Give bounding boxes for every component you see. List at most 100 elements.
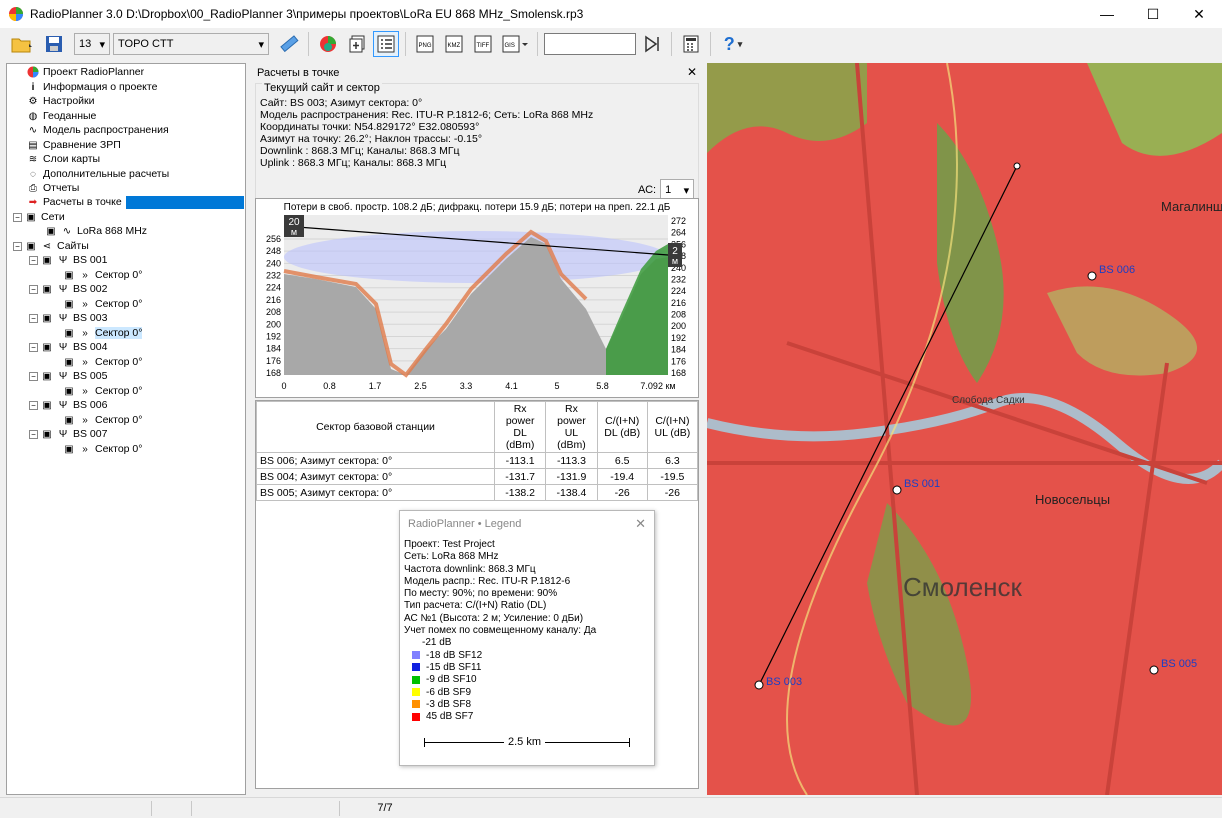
checkbox-icon[interactable]: ▣	[25, 240, 37, 252]
save-button[interactable]	[41, 31, 67, 57]
minimize-button[interactable]: —	[1084, 0, 1130, 28]
signal-icon: »	[82, 298, 88, 310]
tree-item-sector[interactable]: ▣ » Сектор 0°	[63, 268, 142, 282]
collapse-icon[interactable]: −	[29, 429, 38, 439]
checkbox-icon[interactable]: ▣	[41, 254, 53, 266]
checkbox-icon[interactable]: ▣	[63, 356, 75, 368]
close-window-button[interactable]: ✕	[1176, 0, 1222, 28]
window-title: RadioPlanner 3.0 D:\Dropbox\00_RadioPlan…	[30, 7, 584, 21]
checkbox-icon[interactable]: ▣	[45, 225, 57, 237]
tree-item-sector[interactable]: ▣ » Сектор 0°	[63, 384, 142, 398]
checkbox-icon[interactable]: ▣	[63, 298, 75, 310]
table-row[interactable]: BS 004; Азимут сектора: 0° -131.7 -131.9…	[256, 468, 699, 485]
close-icon[interactable]: ✕	[687, 65, 697, 79]
export-png-button[interactable]: PNG	[412, 31, 438, 57]
y-left-tick: 208	[266, 307, 281, 317]
tree-item-sector[interactable]: ▣ » Сектор 0°	[63, 413, 142, 427]
collapse-icon[interactable]: −	[29, 255, 38, 265]
tree-item-site[interactable]: − ▣ Ψ BS 005	[29, 369, 107, 383]
add-page-button[interactable]	[344, 31, 370, 57]
tree-item-sector[interactable]: ▣ » Сектор 0°	[63, 355, 142, 369]
tree-item-project[interactable]: Проект RadioPlanner	[27, 65, 144, 79]
tree-item-sites[interactable]: − ▣ ⋖ Сайты	[13, 239, 89, 253]
tree-item-point-calc[interactable]: ➡ Расчеты в точке	[27, 195, 244, 209]
export-gis-button[interactable]: GIS	[499, 31, 531, 57]
export-kmz-button[interactable]: KMZ	[441, 31, 467, 57]
checkbox-icon[interactable]: ▣	[41, 341, 53, 353]
cell-sector: BS 005; Азимут сектора: 0°	[256, 484, 495, 501]
tree-item-sector-selected[interactable]: ▣ » Сектор 0°	[63, 326, 143, 340]
svg-text:KMZ: KMZ	[448, 43, 461, 49]
tree-item-site[interactable]: − ▣ Ψ BS 001	[29, 253, 107, 267]
collapse-icon[interactable]: −	[29, 400, 38, 410]
tree-item-compare[interactable]: ▤ Сравнение ЗРП	[27, 138, 121, 152]
tree-item-network[interactable]: ▣ ∿ LoRa 868 MHz	[45, 224, 147, 238]
checkbox-icon[interactable]: ▣	[41, 312, 53, 324]
legend-body: Проект: Test Project Сеть: LoRa 868 MHz …	[400, 537, 654, 752]
checkbox-icon[interactable]: ▣	[41, 283, 53, 295]
tree-item-info[interactable]: i Информация о проекте	[27, 80, 158, 94]
checkbox-icon[interactable]: ▣	[25, 211, 37, 223]
tree-item-reports[interactable]: ⎙ Отчеты	[27, 181, 79, 195]
tree-item-label: Сектор 0°	[95, 385, 143, 397]
font-size-select[interactable]: 13 ▾	[74, 33, 110, 55]
export-tiff-button[interactable]: TIFF	[470, 31, 496, 57]
coverage-map[interactable]: Магалинщ Слобода Садки Новосельцы Смолен…	[707, 63, 1222, 795]
tree-item-extra-calc[interactable]: ◌ Дополнительные расчеты	[27, 167, 169, 181]
checkbox-icon[interactable]: ▣	[63, 269, 75, 281]
calculate-button[interactable]	[315, 31, 341, 57]
tree-item-geodata[interactable]: ◍ Геоданные	[27, 109, 97, 123]
collapse-icon[interactable]: −	[29, 371, 38, 381]
legend-window[interactable]: RadioPlanner • Legend ✕ Проект: Test Proj…	[399, 510, 655, 766]
list-view-button[interactable]	[373, 31, 399, 57]
folder-icon	[11, 38, 32, 53]
legend-titlebar[interactable]: RadioPlanner • Legend ✕	[400, 511, 654, 537]
signal-icon: »	[82, 443, 88, 455]
x-tick: 5	[554, 381, 559, 391]
maximize-button[interactable]: ☐	[1130, 0, 1176, 28]
y-right-tick: 208	[671, 310, 686, 320]
tree-item-label: Дополнительные расчеты	[43, 168, 170, 180]
tree-item-networks[interactable]: − ▣ Сети	[13, 210, 65, 224]
table-row[interactable]: BS 005; Азимут сектора: 0° -138.2 -138.4…	[256, 484, 699, 501]
y-right-tick: 168	[671, 368, 686, 378]
checkbox-icon[interactable]: ▣	[41, 370, 53, 382]
tree-item-site[interactable]: − ▣ Ψ BS 007	[29, 427, 107, 441]
collapse-icon[interactable]: −	[13, 212, 22, 222]
tree-item-label: Геоданные	[43, 110, 97, 122]
collapse-icon[interactable]: −	[29, 342, 38, 352]
tree-item-site[interactable]: − ▣ Ψ BS 002	[29, 282, 107, 296]
checkbox-icon[interactable]: ▣	[63, 414, 75, 426]
checkbox-icon[interactable]: ▣	[63, 443, 75, 455]
tree-item-layers[interactable]: ≋ Слои карты	[27, 152, 100, 166]
collapse-icon[interactable]: −	[29, 284, 38, 294]
tree-item-site[interactable]: − ▣ Ψ BS 004	[29, 340, 107, 354]
layer-select[interactable]: TOPO CTT ▾	[113, 33, 269, 55]
table-row[interactable]: BS 006; Азимут сектора: 0° -113.1 -113.3…	[256, 452, 699, 469]
collapse-icon[interactable]: −	[13, 241, 22, 251]
help-button[interactable]: ? ▾	[717, 31, 749, 57]
open-folder-button[interactable]	[6, 31, 38, 57]
y-left-tick: 240	[266, 258, 281, 268]
legend-swatch	[412, 687, 420, 696]
close-icon[interactable]: ✕	[635, 516, 646, 532]
ruler-button[interactable]	[276, 31, 302, 57]
checkbox-icon[interactable]: ▣	[41, 399, 53, 411]
tree-item-settings[interactable]: ⚙ Настройки	[27, 94, 95, 108]
checkbox-icon[interactable]: ▣	[41, 428, 53, 440]
tree-item-propagation[interactable]: ∿ Модель распространения	[27, 123, 169, 137]
tree-item-site[interactable]: − ▣ Ψ BS 006	[29, 398, 107, 412]
tree-item-sector[interactable]: ▣ » Сектор 0°	[63, 297, 142, 311]
tree-item-site[interactable]: − ▣ Ψ BS 003	[29, 311, 107, 325]
status-cell	[192, 800, 340, 816]
info-uplink: Uplink : 868.3 МГц; Каналы: 868.3 МГц	[260, 157, 447, 169]
calculator-button[interactable]	[678, 31, 704, 57]
checkbox-icon[interactable]: ▣	[63, 385, 75, 397]
search-input[interactable]	[544, 33, 636, 55]
tree-item-sector[interactable]: ▣ » Сектор 0°	[63, 442, 142, 456]
checkbox-icon[interactable]: ▣	[63, 327, 75, 339]
toolbar-separator	[405, 32, 406, 56]
map-canvas[interactable]: Магалинщ Слобода Садки Новосельцы Смолен…	[707, 63, 1222, 795]
collapse-icon[interactable]: −	[29, 313, 38, 323]
go-button[interactable]	[639, 31, 665, 57]
